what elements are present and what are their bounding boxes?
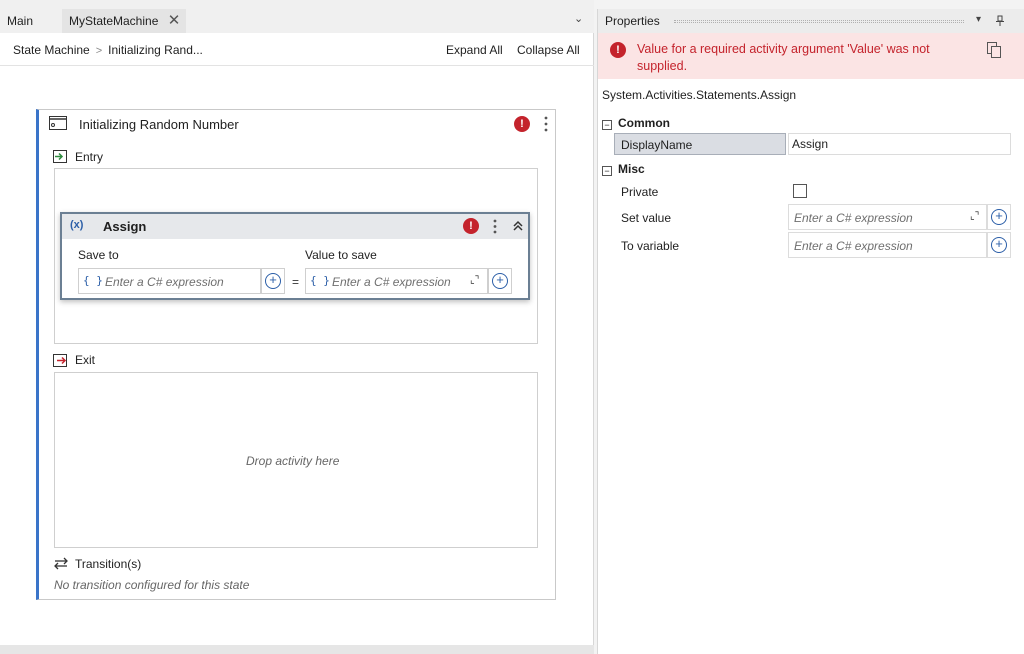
expand-editor-icon[interactable]: ⌞⌝ — [970, 211, 979, 222]
panel-grip[interactable] — [674, 20, 964, 23]
set-value-input[interactable]: Enter a C# expression ⌞⌝ — [788, 204, 987, 230]
value-to-save-input[interactable]: { } Enter a C# expression ⌞⌝ — [305, 268, 488, 294]
exit-label: Exit — [75, 353, 96, 367]
close-icon[interactable]: ✕ — [168, 9, 181, 33]
properties-title-bar: Properties ▾ — [598, 9, 1024, 33]
copy-icon[interactable] — [987, 42, 1001, 58]
exit-drop-zone[interactable]: Drop activity here — [54, 372, 538, 548]
assign-title: Assign — [103, 219, 147, 234]
set-value-label: Set value — [621, 211, 672, 225]
breadcrumb-root[interactable]: State Machine — [13, 43, 90, 57]
add-variable-icon[interactable]: + — [492, 273, 508, 289]
value-to-save-label: Value to save — [305, 248, 377, 262]
to-variable-plus-cell: + — [987, 232, 1011, 258]
assign-activity-card[interactable]: (x) Assign ! Save to Value to save { } E… — [60, 212, 530, 300]
breadcrumb-separator-icon: > — [95, 45, 103, 57]
category-misc[interactable]: − Misc — [602, 162, 645, 176]
collapse-category-icon[interactable]: − — [602, 166, 612, 176]
to-variable-label: To variable — [621, 239, 680, 253]
tab-main-label: Main — [7, 14, 34, 28]
value-plus-cell: + — [488, 268, 512, 294]
chevron-down-icon[interactable]: ⌄ — [574, 12, 583, 25]
category-common-label: Common — [618, 116, 670, 130]
private-label: Private — [621, 185, 659, 199]
save-to-input[interactable]: { } Enter a C# expression — [78, 268, 261, 294]
expand-all-button[interactable]: Expand All — [446, 43, 503, 57]
value-placeholder: Enter a C# expression — [332, 275, 451, 289]
transitions-label: Transition(s) — [75, 557, 142, 571]
to-variable-placeholder: Enter a C# expression — [794, 239, 913, 253]
save-to-placeholder: Enter a C# expression — [105, 275, 224, 289]
entry-label: Entry — [75, 150, 104, 164]
state-title: Initializing Random Number — [79, 117, 239, 132]
designer-footer-strip — [0, 645, 594, 654]
validation-error-banner: ! Value for a required activity argument… — [598, 33, 1024, 79]
display-name-label[interactable]: DisplayName — [614, 133, 786, 155]
state-window-icon — [49, 116, 67, 130]
category-common[interactable]: − Common — [602, 116, 670, 130]
error-message: Value for a required activity argument '… — [637, 42, 930, 73]
properties-title: Properties — [605, 14, 660, 28]
activity-type-name: System.Activities.Statements.Assign — [602, 88, 797, 102]
equals-sign: = — [292, 275, 300, 289]
add-variable-icon[interactable]: + — [991, 237, 1007, 253]
breadcrumb: State Machine > Initializing Rand... — [13, 43, 203, 57]
chevron-down-icon[interactable]: ▾ — [976, 14, 981, 25]
entry-arrow-icon — [53, 150, 67, 163]
collapse-all-button[interactable]: Collapse All — [517, 43, 580, 57]
save-to-label: Save to — [78, 248, 119, 262]
no-transition-text: No transition configured for this state — [54, 578, 250, 592]
error-icon[interactable]: ! — [463, 218, 479, 234]
to-variable-input[interactable]: Enter a C# expression — [788, 232, 987, 258]
state-activity-card[interactable]: Initializing Random Number ! Entry Exit … — [36, 109, 556, 600]
workflow-designer: State Machine > Initializing Rand... Expan… — [0, 33, 594, 645]
variable-icon: (x) — [70, 219, 84, 231]
designer-toolbar: State Machine > Initializing Rand... Expan… — [0, 33, 594, 66]
pin-icon[interactable] — [995, 15, 1005, 27]
error-icon[interactable]: ! — [514, 116, 530, 132]
tab-mystatemachine[interactable]: MyStateMachine ✕ — [62, 9, 187, 33]
error-icon: ! — [610, 42, 626, 58]
swap-arrows-icon — [54, 557, 68, 570]
save-to-plus-cell: + — [261, 268, 285, 294]
display-name-value: Assign — [792, 137, 829, 151]
collapse-icon[interactable] — [512, 220, 524, 232]
collapse-category-icon[interactable]: − — [602, 120, 612, 130]
document-tab-bar: Main MyStateMachine ✕ ⌄ — [0, 0, 594, 33]
tab-mystatemachine-label: MyStateMachine — [69, 14, 159, 28]
breadcrumb-current[interactable]: Initializing Rand... — [108, 43, 203, 57]
add-variable-icon[interactable]: + — [991, 209, 1007, 225]
expression-braces-icon: { } — [310, 274, 330, 287]
expand-editor-icon[interactable]: ⌞⌝ — [470, 275, 479, 286]
display-name-field[interactable]: Assign — [788, 133, 1011, 155]
assign-header: (x) Assign ! — [62, 214, 528, 239]
properties-panel: Properties ▾ ! Value for a required acti… — [597, 9, 1024, 654]
set-value-plus-cell: + — [987, 204, 1011, 230]
more-options-icon[interactable] — [542, 115, 550, 133]
add-variable-icon[interactable]: + — [265, 273, 281, 289]
set-value-placeholder: Enter a C# expression — [794, 211, 913, 225]
state-header: Initializing Random Number ! — [39, 110, 555, 138]
exit-arrow-icon — [53, 354, 67, 367]
private-checkbox[interactable] — [793, 184, 807, 198]
more-options-icon[interactable] — [491, 218, 499, 235]
expression-braces-icon: { } — [83, 274, 103, 287]
drop-activity-hint: Drop activity here — [246, 454, 340, 468]
tab-main[interactable]: Main — [0, 9, 40, 33]
category-misc-label: Misc — [618, 162, 645, 176]
